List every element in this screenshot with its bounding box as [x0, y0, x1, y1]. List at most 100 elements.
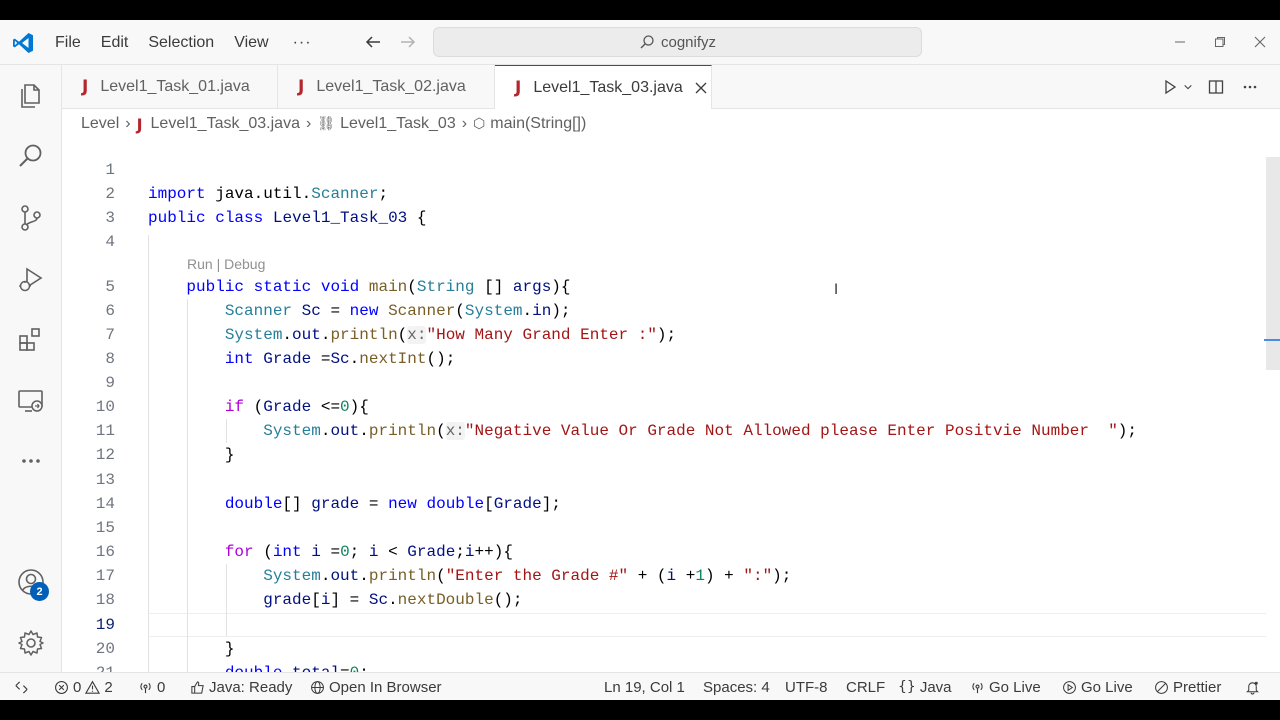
remote-indicator-icon[interactable] — [14, 673, 29, 700]
menu-edit[interactable]: Edit — [91, 20, 139, 65]
code-line: import java.util.Scanner; — [148, 185, 389, 203]
restore-icon[interactable] — [1208, 30, 1232, 54]
code-line: System.out.println(x:"Negative Value Or … — [263, 422, 1137, 440]
tab-label: Level1_Task_02.java — [316, 78, 466, 95]
line-number: 6 — [105, 302, 115, 320]
editor-tab-bar: J Level1_Task_01.java J Level1_Task_02.j… — [62, 65, 1280, 110]
code-line: } — [148, 446, 235, 464]
prettier-status[interactable]: Prettier — [1154, 673, 1221, 700]
line-number: 1 — [105, 161, 115, 179]
split-editor-icon[interactable] — [1204, 75, 1228, 99]
open-in-browser-label: Open In Browser — [329, 678, 442, 696]
run-play-icon[interactable] — [1158, 75, 1182, 99]
more-actions-icon[interactable] — [1238, 75, 1262, 99]
source-control-icon[interactable] — [15, 202, 47, 234]
text-cursor-icon: I — [834, 282, 839, 298]
settings-gear-icon[interactable] — [15, 627, 47, 659]
braces-icon: {} — [898, 679, 916, 695]
activity-bar: 2 — [0, 65, 62, 672]
title-bar: File Edit Selection View ··· cognifyz — [0, 20, 1280, 65]
breadcrumb-class[interactable]: Level1_Task_03 — [340, 115, 456, 133]
back-arrow-icon[interactable] — [362, 32, 384, 52]
menu-view[interactable]: View — [224, 20, 278, 65]
extensions-icon[interactable] — [15, 324, 47, 356]
chevron-right-icon: › — [125, 115, 131, 132]
line-number: 14 — [95, 495, 115, 513]
chevron-right-icon: › — [305, 115, 312, 132]
code-line: public static void main(String [] args){ — [186, 278, 571, 296]
tab-label: Level1_Task_03.java — [533, 79, 683, 96]
java-file-icon: J — [298, 77, 305, 97]
line-number: 4 — [105, 233, 115, 251]
error-icon — [55, 680, 68, 694]
breadcrumb-file[interactable]: Level1_Task_03.java — [151, 115, 300, 133]
menu-selection[interactable]: Selection — [138, 20, 224, 65]
tab-level1-task-02[interactable]: J Level1_Task_02.java — [278, 65, 495, 109]
go-live-1[interactable]: Go Live — [970, 673, 1041, 700]
problems-indicator[interactable]: 0 2 — [54, 673, 113, 700]
vscode-logo-icon — [11, 31, 35, 55]
line-number: 9 — [105, 374, 115, 392]
java-status[interactable]: Java: Ready — [190, 673, 292, 700]
ports-count: 0 — [157, 678, 166, 696]
search-sidebar-icon[interactable] — [15, 140, 47, 172]
cursor-position[interactable]: Ln 19, Col 1 — [604, 673, 685, 700]
tab-close-icon[interactable] — [695, 78, 707, 99]
menu-file[interactable]: File — [45, 20, 91, 65]
run-dropdown-chevron-icon[interactable] — [1182, 75, 1194, 99]
code-line: Scanner Sc = new Scanner(System.in); — [224, 302, 571, 320]
line-number: 20 — [95, 640, 115, 658]
explorer-icon[interactable] — [15, 79, 47, 111]
broadcast-icon — [972, 682, 983, 693]
open-in-browser[interactable]: Open In Browser — [310, 673, 442, 700]
run-debug-icon[interactable] — [15, 263, 47, 295]
line-number: 16 — [95, 543, 115, 561]
search-text: cognifyz — [660, 33, 717, 51]
language-mode[interactable]: {} Java — [898, 673, 952, 700]
language-label: Java — [919, 678, 952, 696]
go-live-label: Go Live — [1081, 678, 1133, 696]
breadcrumb-method[interactable]: main(String[]) — [490, 115, 586, 133]
close-window-icon[interactable] — [1248, 30, 1272, 54]
command-center-search[interactable]: cognifyz — [433, 27, 922, 57]
tab-level1-task-03[interactable]: J Level1_Task_03.java — [495, 65, 712, 110]
current-line-highlight — [148, 613, 1266, 637]
indentation[interactable]: Spaces: 4 — [703, 673, 770, 700]
prettier-label: Prettier — [1173, 678, 1222, 696]
line-number: 5 — [105, 278, 115, 296]
menu-more-icon[interactable]: ··· — [279, 20, 330, 65]
breadcrumb: Level › J Level1_Task_03.java › ⛓ Level1… — [62, 109, 1280, 139]
minimize-icon[interactable] — [1168, 30, 1192, 54]
code-line: for (int i =0; i < Grade;i++){ — [224, 543, 513, 561]
run-debug-codelens[interactable]: Run | Debug — [187, 254, 265, 274]
go-live-2[interactable]: Go Live — [1062, 673, 1133, 700]
code-line: double total=0; — [148, 661, 369, 672]
encoding[interactable]: UTF-8 — [785, 673, 828, 700]
status-bar: 0 2 0 Java: Ready Open In Browser Ln 19,… — [0, 672, 1280, 700]
line-number: 10 — [95, 398, 115, 416]
code-editor[interactable]: 1 2 3 4 5 6 7 8 9 10 11 12 13 14 15 16 1… — [62, 139, 1280, 672]
warning-icon — [85, 680, 101, 694]
tab-label: Level1_Task_01.java — [100, 78, 250, 95]
line-number: 11 — [95, 422, 115, 440]
chevron-right-icon: › — [461, 115, 468, 132]
scrollbar-position-marker — [1264, 339, 1280, 341]
tab-level1-task-01[interactable]: J Level1_Task_01.java — [62, 65, 278, 109]
top-letterbox — [0, 0, 1280, 20]
notifications-bell-icon[interactable] — [1245, 673, 1260, 700]
ports-indicator[interactable]: 0 — [138, 673, 165, 700]
prohibited-icon — [1155, 680, 1168, 694]
more-views-icon[interactable] — [15, 445, 47, 477]
line-number: 12 — [95, 446, 115, 464]
menu-bar: File Edit Selection View ··· — [45, 20, 330, 65]
forward-arrow-icon[interactable] — [397, 32, 419, 52]
line-number: 7 — [105, 326, 115, 344]
code-line: System.out.println("Enter the Grade #" +… — [263, 567, 792, 585]
error-count: 0 — [73, 678, 82, 696]
play-circle-icon — [1063, 680, 1076, 694]
end-of-line[interactable]: CRLF — [846, 673, 885, 700]
line-number-gutter: 1 2 3 4 5 6 7 8 9 10 11 12 13 14 15 16 1… — [62, 139, 134, 672]
breadcrumb-folder[interactable]: Level — [81, 115, 119, 133]
go-live-label: Go Live — [989, 678, 1041, 696]
remote-explorer-icon[interactable] — [15, 385, 47, 417]
